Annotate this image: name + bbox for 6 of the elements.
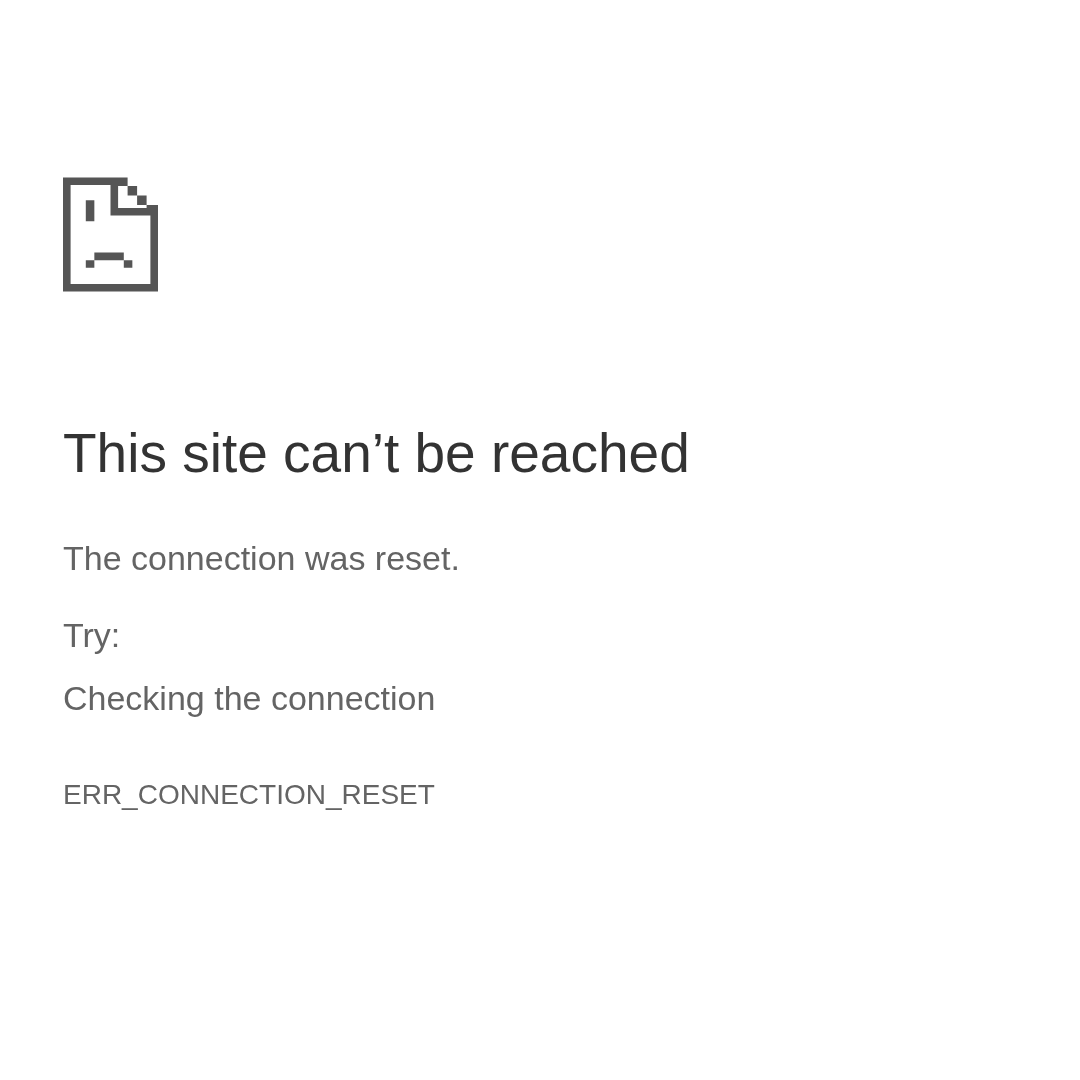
- error-code: ERR_CONNECTION_RESET: [63, 778, 435, 812]
- sad-page-icon: [63, 177, 158, 292]
- suggestion-text: Checking the connection: [63, 677, 436, 719]
- try-label: Try:: [63, 614, 121, 656]
- error-message: The connection was reset.: [63, 538, 460, 579]
- error-title: This site can’t be reached: [63, 421, 690, 486]
